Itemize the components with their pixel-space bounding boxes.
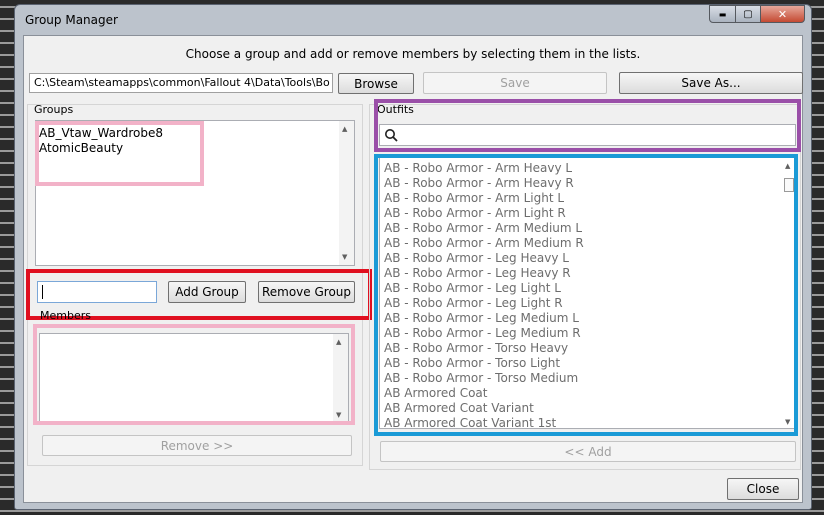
- groups-items-highlight: [35, 121, 204, 186]
- outfits-search-highlight: [374, 99, 801, 152]
- title-bar[interactable]: Group Manager ▬ ▢ ✕: [15, 5, 811, 35]
- minimize-icon: ▬: [718, 9, 727, 19]
- scroll-down-icon[interactable]: ▼: [342, 253, 347, 261]
- browse-button[interactable]: Browse: [338, 73, 414, 94]
- save-as-button[interactable]: Save As...: [619, 72, 803, 94]
- group-manager-window: Group Manager ▬ ▢ ✕ Choose a group and a…: [14, 4, 812, 510]
- members-label: Members: [40, 309, 91, 322]
- scroll-up-icon[interactable]: ▲: [342, 125, 347, 133]
- add-outfits-button[interactable]: << Add: [380, 441, 796, 462]
- save-button[interactable]: Save: [423, 72, 607, 94]
- groups-label: Groups: [34, 103, 74, 116]
- close-icon: ✕: [777, 7, 788, 21]
- minimize-button[interactable]: ▬: [709, 5, 736, 23]
- maximize-button[interactable]: ▢: [735, 5, 761, 23]
- groups-scrollbar[interactable]: ▲ ▼: [339, 121, 354, 265]
- remove-members-button[interactable]: Remove >>: [42, 435, 352, 456]
- path-field[interactable]: C:\Steam\steamapps\common\Fallout 4\Data…: [29, 73, 333, 93]
- close-button[interactable]: Close: [727, 478, 799, 500]
- window-title: Group Manager: [25, 13, 118, 27]
- members-list-highlight: [33, 324, 355, 425]
- window-close-button[interactable]: ✕: [760, 5, 805, 23]
- maximize-icon: ▢: [743, 8, 753, 20]
- instructions-text: Choose a group and add or remove members…: [185, 47, 641, 61]
- dialog-client-area: Choose a group and add or remove members…: [23, 35, 803, 503]
- outfits-list-highlight: [374, 154, 798, 436]
